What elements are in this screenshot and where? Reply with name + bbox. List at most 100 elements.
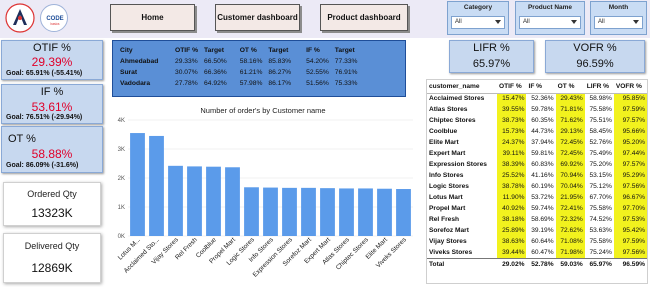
product-name-dropdown[interactable]: All (519, 16, 581, 29)
metric-cell: 69.92% (555, 159, 585, 170)
metric-cell: 44.73% (531, 128, 554, 135)
table-row[interactable]: Vijay Stores 38.63% 60.64% 71.08% 75.58% 97.5… (427, 236, 647, 247)
bar[interactable] (225, 167, 240, 236)
month-dropdown[interactable]: All (594, 16, 643, 29)
col-if[interactable]: IF % (526, 80, 556, 94)
metric-cell: 97.57% (613, 115, 647, 126)
ordered-qty-title: Ordered Qty (27, 189, 77, 199)
bar[interactable] (396, 189, 411, 236)
table-row[interactable]: Elite Mart 24.37% 37.94% 72.45% 52.76% 95.20% (427, 137, 647, 148)
col-otif[interactable]: OTIF % (497, 80, 527, 94)
city-table-card: City OTIF % Target OT % Target IF % Targ… (112, 40, 406, 97)
product-name-slicer[interactable]: Product Name All (515, 1, 585, 35)
bar[interactable] (358, 188, 373, 236)
metric-cell: 53.15% (589, 172, 612, 179)
cell: 61.21% (239, 69, 263, 76)
bar[interactable] (377, 188, 392, 236)
product-dashboard-button[interactable]: Product dashboard (320, 4, 408, 31)
bar[interactable] (339, 188, 354, 236)
customer-dashboard-button[interactable]: Customer dashboard (215, 4, 300, 31)
bar[interactable] (263, 187, 278, 236)
metric-cell: 59.78% (531, 106, 554, 113)
city-table: City OTIF % Target OT % Target IF % Targ… (117, 45, 360, 89)
bar[interactable] (282, 187, 297, 236)
bar[interactable] (244, 187, 259, 236)
bar[interactable] (320, 188, 335, 236)
table-row[interactable]: Viveks Stores 39.44% 60.47% 71.98% 75.24% 97.… (427, 247, 647, 258)
bar[interactable] (206, 166, 221, 236)
bar[interactable] (187, 166, 202, 236)
metric-cell: 59.74% (531, 205, 554, 212)
metric-cell: 95.42% (613, 225, 647, 236)
delivered-qty-value: 12869K (31, 261, 73, 275)
category-dropdown[interactable]: All (451, 16, 505, 29)
metric-cell: 70.94% (555, 170, 585, 181)
bar[interactable] (130, 133, 145, 236)
table-row[interactable]: Info Stores 25.52% 41.16% 70.94% 53.15% 95.29… (427, 170, 647, 181)
atliq-logo-icon (5, 3, 35, 33)
if-title: IF % (40, 86, 64, 98)
if-value: 53.61% (31, 100, 73, 114)
table-row[interactable]: Chiptec Stores 38.73% 60.35% 71.62% 75.51% 97… (427, 115, 647, 126)
metric-cell: 59.81% (531, 150, 554, 157)
total-cell: 29.02% (497, 257, 527, 270)
category-slicer[interactable]: Category All (447, 1, 509, 35)
table-row[interactable]: Lotus Mart 11.90% 53.72% 21.95% 67.70% 96.67% (427, 192, 647, 203)
table-row[interactable]: Sorefoz Mart 25.89% 39.19% 72.62% 53.63% 95.4… (427, 225, 647, 236)
bar[interactable] (149, 135, 164, 236)
metric-cell: 72.41% (555, 203, 585, 214)
col-vofr[interactable]: VOFR % (613, 80, 647, 94)
metric-cell: 97.53% (613, 214, 647, 225)
home-button[interactable]: Home (110, 4, 195, 31)
cell: 27.78% (175, 80, 198, 87)
metric-cell: 71.62% (555, 115, 585, 126)
cell: 52.55% (306, 69, 329, 76)
customer-table-card[interactable]: customer_name OTIF % IF % OT % LIFR % VO… (426, 79, 648, 284)
bar[interactable] (301, 187, 316, 236)
col-if: IF % (306, 47, 320, 54)
category-label: Category (463, 4, 493, 11)
table-row[interactable]: Logic Stores 38.78% 60.19% 70.04% 75.12% 97.5… (427, 181, 647, 192)
metric-cell: 58.98% (589, 95, 612, 103)
if-card: IF % 53.61% Goal: 76.51% (-29.94%) (1, 84, 103, 124)
table-row[interactable]: Acclaimed Stores 15.47% 52.36% 29.43% 58.98%… (427, 93, 647, 104)
col-customer-name[interactable]: customer_name (427, 80, 497, 94)
table-row[interactable]: Atlas Stores 39.55% 59.78% 71.81% 75.58% 97.5… (427, 104, 647, 115)
table-row[interactable]: Coolblue 15.73% 44.73% 29.13% 58.45% 95.66% (427, 126, 647, 137)
customer-name: Info Stores (429, 172, 464, 179)
metric-cell: 15.47% (497, 93, 527, 104)
metric-cell: 39.11% (497, 148, 527, 159)
metric-cell: 60.35% (531, 117, 554, 124)
metric-cell: 53.63% (589, 227, 612, 234)
table-row[interactable]: Propel Mart 40.92% 59.74% 72.41% 75.58% 97.70… (427, 203, 647, 214)
customer-name: Expression Stores (429, 161, 487, 168)
metric-cell: 74.52% (589, 216, 612, 223)
table-row[interactable]: Rel Fresh 38.18% 58.69% 72.32% 74.52% 97.53% (427, 214, 647, 225)
month-slicer[interactable]: Month All (590, 1, 647, 35)
metric-cell: 52.36% (531, 95, 554, 103)
col-otif-target: Target (204, 47, 224, 54)
table-row[interactable]: Expression Stores 38.39% 60.83% 69.92% 75.20… (427, 159, 647, 170)
col-lifr[interactable]: LIFR % (584, 80, 614, 94)
metric-cell: 95.85% (613, 93, 647, 104)
table-row: Vadodara 27.78% 64.92% 57.98% 86.17% 51.… (117, 78, 360, 89)
metric-cell: 75.20% (589, 161, 612, 168)
customer-name: Elite Mart (429, 139, 459, 146)
cell: 77.33% (334, 58, 358, 65)
delivered-qty-title: Delivered Qty (24, 241, 80, 251)
total-cell: 52.78% (526, 257, 556, 270)
metric-cell: 95.66% (613, 126, 647, 137)
bar[interactable] (168, 165, 183, 236)
cell: 75.33% (334, 80, 358, 87)
customer-name: Logic Stores (429, 183, 469, 190)
table-row[interactable]: Expert Mart 39.11% 59.81% 72.45% 75.49% 97.44… (427, 148, 647, 159)
metric-cell: 75.12% (589, 183, 612, 190)
col-ot[interactable]: OT % (555, 80, 585, 94)
if-goal: Goal: 76.51% (-29.94%) (6, 114, 83, 121)
customer-name: Expert Mart (429, 150, 466, 157)
city-name: Surat (120, 69, 138, 76)
lifr-value: 65.97% (472, 58, 511, 70)
month-label: Month (608, 4, 629, 11)
metric-cell: 96.67% (613, 192, 647, 203)
cell: 76.91% (334, 69, 358, 76)
